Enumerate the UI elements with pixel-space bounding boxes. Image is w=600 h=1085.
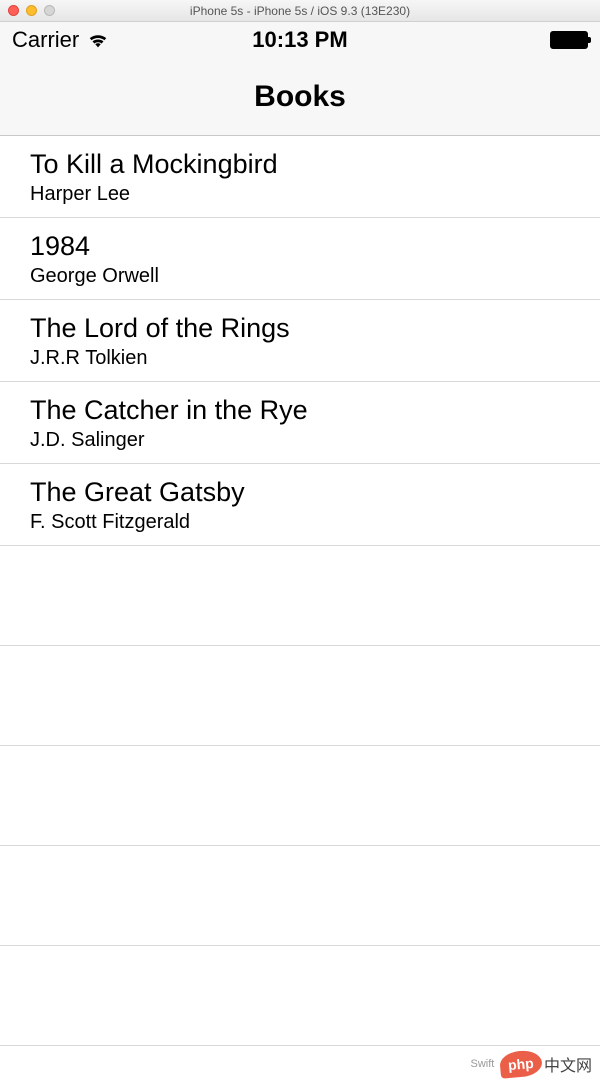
book-author: Harper Lee	[30, 181, 570, 207]
watermark-aux: Swift	[470, 1058, 494, 1070]
book-title: The Lord of the Rings	[30, 312, 570, 346]
page-title: Books	[254, 80, 346, 114]
traffic-lights	[8, 5, 55, 16]
table-row[interactable]: 1984 George Orwell	[0, 218, 600, 300]
status-bar-left: Carrier	[12, 27, 109, 53]
table-row[interactable]: The Great Gatsby F. Scott Fitzgerald	[0, 464, 600, 546]
zoom-window-button[interactable]	[44, 5, 55, 16]
table-row-empty	[0, 546, 600, 646]
status-bar-time: 10:13 PM	[252, 27, 347, 53]
status-bar: Carrier 10:13 PM	[0, 22, 600, 58]
table-row-empty	[0, 646, 600, 746]
simulator-screen: Carrier 10:13 PM Books To Kill a Mocking…	[0, 22, 600, 1085]
book-title: To Kill a Mockingbird	[30, 148, 570, 182]
book-author: J.D. Salinger	[30, 427, 570, 453]
book-author: George Orwell	[30, 263, 570, 289]
book-title: 1984	[30, 230, 570, 264]
mac-window-titlebar: iPhone 5s - iPhone 5s / iOS 9.3 (13E230)	[0, 0, 600, 22]
battery-icon	[550, 31, 588, 49]
book-author: F. Scott Fitzgerald	[30, 509, 570, 535]
table-row[interactable]: The Catcher in the Rye J.D. Salinger	[0, 382, 600, 464]
table-row-empty	[0, 746, 600, 846]
table-row-empty	[0, 846, 600, 946]
minimize-window-button[interactable]	[26, 5, 37, 16]
close-window-button[interactable]	[8, 5, 19, 16]
book-title: The Catcher in the Rye	[30, 394, 570, 428]
php-badge-icon: php	[499, 1049, 543, 1079]
book-author: J.R.R Tolkien	[30, 345, 570, 371]
table-row[interactable]: The Lord of the Rings J.R.R Tolkien	[0, 300, 600, 382]
carrier-label: Carrier	[12, 27, 79, 53]
table-row[interactable]: To Kill a Mockingbird Harper Lee	[0, 136, 600, 218]
status-bar-right	[550, 31, 588, 49]
window-title: iPhone 5s - iPhone 5s / iOS 9.3 (13E230)	[190, 4, 410, 18]
table-row-empty	[0, 946, 600, 1046]
watermark-text: 中文网	[544, 1052, 592, 1076]
books-table[interactable]: To Kill a Mockingbird Harper Lee 1984 Ge…	[0, 136, 600, 1085]
navigation-bar: Books	[0, 58, 600, 136]
watermark: Swift php 中文网	[470, 1051, 592, 1077]
book-title: The Great Gatsby	[30, 476, 570, 510]
wifi-icon	[87, 31, 109, 49]
